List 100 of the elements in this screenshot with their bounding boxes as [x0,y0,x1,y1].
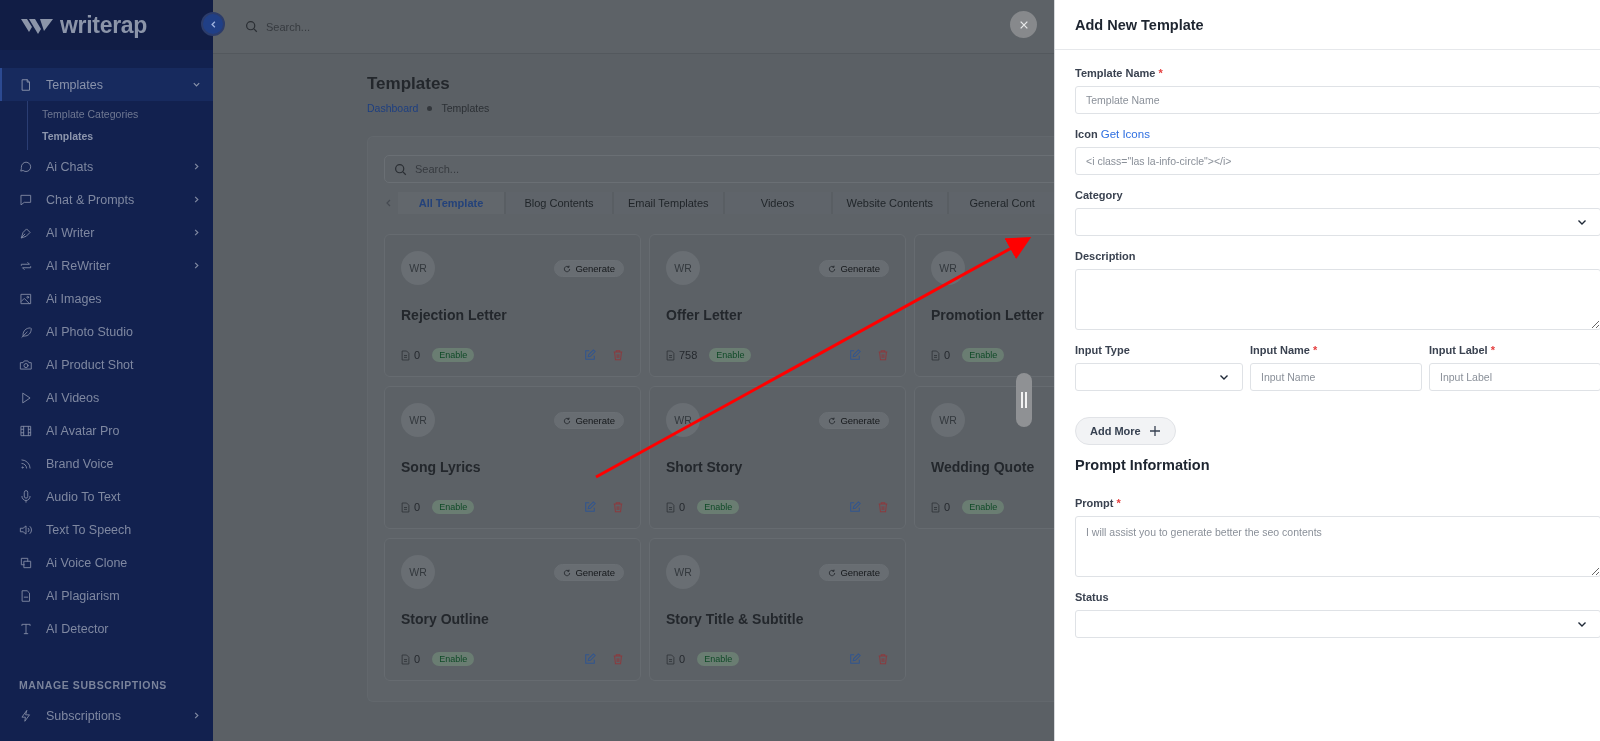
sidebar-item[interactable]: AI Plagiarism [0,579,213,612]
drawer-title: Add New Template [1075,16,1204,33]
sidebar-item[interactable]: AI Writer [0,216,213,249]
document-icon [931,501,940,513]
sidebar-item[interactable]: Brand Voice [0,447,213,480]
field-label: Category [1075,189,1124,201]
search-icon [245,20,258,33]
close-icon [1018,19,1029,30]
pen-icon [19,225,33,240]
document-icon [401,349,410,361]
sidebar-item[interactable]: Chat & Prompts [0,183,213,216]
get-icons-link[interactable]: Get Icons [1100,128,1150,140]
input-field[interactable]: Input Name [1250,363,1422,391]
status-badge: Enable [709,348,752,362]
camera-icon [19,357,33,372]
sidebar-item[interactable]: AI Product Shot [0,348,213,381]
field-label: Input Name * [1250,344,1319,356]
field-label: Input Label * [1429,344,1496,356]
document-icon [666,349,675,361]
usage-count: 758 [679,349,698,361]
refresh-icon [563,264,572,273]
sidebar-item[interactable]: Audio To Text [0,480,213,513]
mic-icon [19,489,33,504]
generate-button[interactable]: Generate [554,412,624,429]
sidebar-item[interactable]: AI Photo Studio [0,315,213,348]
plus-icon [1148,425,1161,437]
edit-icon[interactable] [849,501,861,513]
input-field[interactable]: Input Label [1429,363,1600,391]
document-icon [931,349,940,361]
refresh-icon [828,416,837,425]
film-icon [19,423,33,438]
sidebar-item[interactable]: Ai Images [0,282,213,315]
image-icon [19,291,33,306]
select-field[interactable] [1075,208,1600,236]
trash-icon[interactable] [612,653,624,665]
generate-button[interactable]: Generate [819,412,889,429]
copy-icon [19,555,33,570]
status-badge: Enable [432,500,475,514]
field-label: Prompt * [1075,497,1122,509]
generate-button[interactable]: Generate [554,260,624,277]
status-badge: Enable [962,500,1005,514]
template-title: Song Lyrics [401,459,481,475]
status-badge: Enable [697,652,740,666]
text-area[interactable] [1075,269,1600,330]
sidebar-item[interactable]: Templates [0,68,213,101]
sidebar-item[interactable]: AI Videos [0,381,213,414]
file-icon [19,77,33,92]
trash-icon[interactable] [877,501,889,513]
document-icon [666,501,675,513]
select-field[interactable] [1075,610,1600,638]
status-badge: Enable [697,500,740,514]
sidebar-subitem[interactable]: Templates [28,126,213,148]
logo-text: writerap [60,11,148,39]
input-field[interactable]: Template Name [1075,86,1600,114]
sidebar-item[interactable]: Ai Chats [0,150,213,183]
chevron-icon [192,80,201,89]
sidebar-item[interactable]: AI ReWriter [0,249,213,282]
refresh-icon [563,568,572,577]
template-title: Promotion Letter [931,307,1044,323]
resize-handle[interactable] [1016,373,1032,427]
section-label: MANAGE SUBSCRIPTIONS [18,678,168,693]
trash-icon[interactable] [877,349,889,361]
sidebar-item[interactable]: Ai Voice Clone [0,546,213,579]
add-more-button[interactable]: Add More [1075,417,1176,445]
trash-icon[interactable] [612,349,624,361]
trash-icon[interactable] [612,501,624,513]
input-field[interactable]: <i class="las la-info-circle"></i> [1075,147,1600,175]
text-area[interactable]: I will assist you to generate better the seo contents [1075,516,1600,577]
template-title: Story Title & Subtitle [666,611,804,627]
speaker-icon [19,522,33,537]
edit-icon[interactable] [584,349,596,361]
chevron-icon [192,228,201,237]
edit-icon[interactable] [584,501,596,513]
sidebar-item[interactable]: AI Avatar Pro [0,414,213,447]
field-label: Icon Get Icons [1075,128,1151,140]
status-badge: Enable [962,348,1005,362]
template-title: Rejection Letter [401,307,507,323]
template-title: Wedding Quote [931,459,1035,475]
sidebar-item[interactable]: Text To Speech [0,513,213,546]
generate-button[interactable]: Generate [554,564,624,581]
edit-icon[interactable] [849,653,861,665]
select-field[interactable] [1075,363,1243,391]
edit-icon[interactable] [849,349,861,361]
generate-button[interactable]: Generate [819,564,889,581]
sidebar-subitem[interactable]: Template Categories [28,104,213,126]
status-badge: Enable [432,652,475,666]
generate-button[interactable]: Generate [819,260,889,277]
field-label: Description [1075,250,1137,262]
search-icon [394,163,407,176]
play-icon [19,390,33,405]
doc-icon [19,588,33,603]
chevron-left-icon [208,19,218,29]
sidebar-item[interactable]: AI Detector [0,612,213,645]
refresh-icon [828,568,837,577]
chevron-icon [192,711,201,720]
template-title: Short Story [666,459,743,475]
trash-icon[interactable] [877,653,889,665]
sidebar-item[interactable]: Subscriptions [0,699,213,732]
edit-icon[interactable] [584,653,596,665]
type-icon [19,621,33,636]
